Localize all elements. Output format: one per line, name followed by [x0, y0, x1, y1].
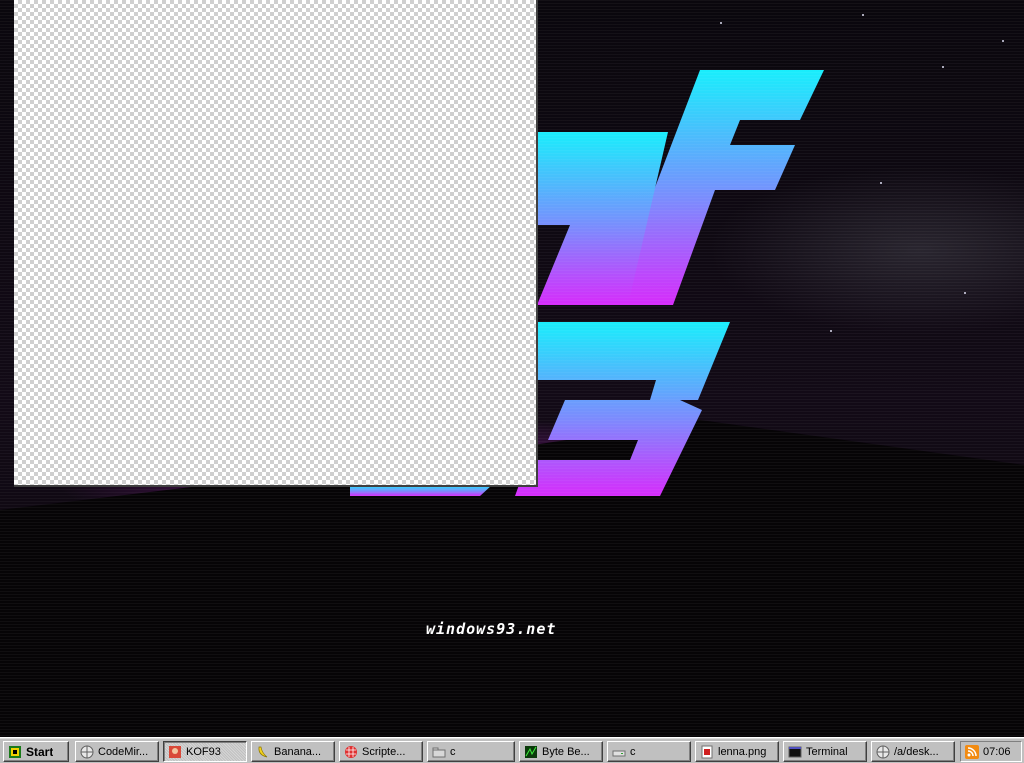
taskbar-item-label: Banana...	[274, 745, 322, 758]
taskbar-item-lenna[interactable]: lenna.png	[695, 741, 779, 762]
clock[interactable]: 07:06	[983, 746, 1011, 758]
taskbar-item-terminal[interactable]: Terminal	[783, 741, 867, 762]
taskbar-item-label: KOF93	[186, 745, 221, 758]
terminal-icon	[788, 746, 802, 757]
wave-icon	[525, 745, 537, 758]
taskbar-item-kof93[interactable]: KOF93	[163, 741, 247, 762]
star	[862, 14, 864, 16]
star	[1002, 40, 1004, 42]
taskbar-item-folder-c[interactable]: c	[427, 741, 515, 762]
image-viewer-canvas[interactable]	[14, 0, 538, 487]
taskbar-item-label: lenna.png	[718, 745, 767, 758]
system-tray: 07:06	[960, 741, 1022, 762]
taskbar-item-label: Byte Be...	[542, 745, 590, 758]
globe-icon	[80, 745, 94, 758]
star	[964, 292, 966, 294]
taskbar-item-banana[interactable]: Banana...	[251, 741, 335, 762]
taskbar: Start CodeMir... KOF93 Banana... Scripte…	[0, 737, 1024, 763]
star	[720, 22, 722, 24]
globe-icon	[876, 745, 890, 758]
taskbar-item-label: c	[450, 745, 456, 758]
taskbar-item-drive-c[interactable]: c	[607, 741, 691, 762]
taskbar-item-label: CodeMir...	[98, 745, 149, 758]
desktop: windows93.net	[0, 0, 1024, 737]
folder-icon	[432, 747, 446, 757]
rss-icon[interactable]	[965, 744, 979, 759]
site-url-text: windows93.net	[426, 620, 557, 638]
taskbar-item-desktop-folder[interactable]: /a/desk...	[871, 741, 955, 762]
image-file-icon	[701, 745, 713, 758]
banana-icon	[258, 746, 268, 757]
taskbar-item-label: Scripte...	[362, 745, 406, 758]
star	[942, 66, 944, 68]
drive-icon	[612, 750, 626, 756]
taskbar-item-label: c	[630, 745, 636, 758]
taskbar-item-label: Terminal	[806, 745, 848, 758]
taskbar-item-codemirror[interactable]: CodeMir...	[75, 741, 159, 762]
taskbar-item-bytebeat[interactable]: Byte Be...	[519, 741, 603, 762]
start-label: Start	[26, 744, 54, 759]
star	[880, 182, 882, 184]
taskbar-item-scripter[interactable]: Scripte...	[339, 741, 423, 762]
taskbar-item-label: /a/desk...	[894, 745, 939, 758]
grid-app-icon	[345, 745, 357, 758]
start-logo-icon	[9, 745, 21, 758]
start-button[interactable]: Start	[3, 741, 69, 762]
kof-game-icon	[169, 745, 181, 758]
